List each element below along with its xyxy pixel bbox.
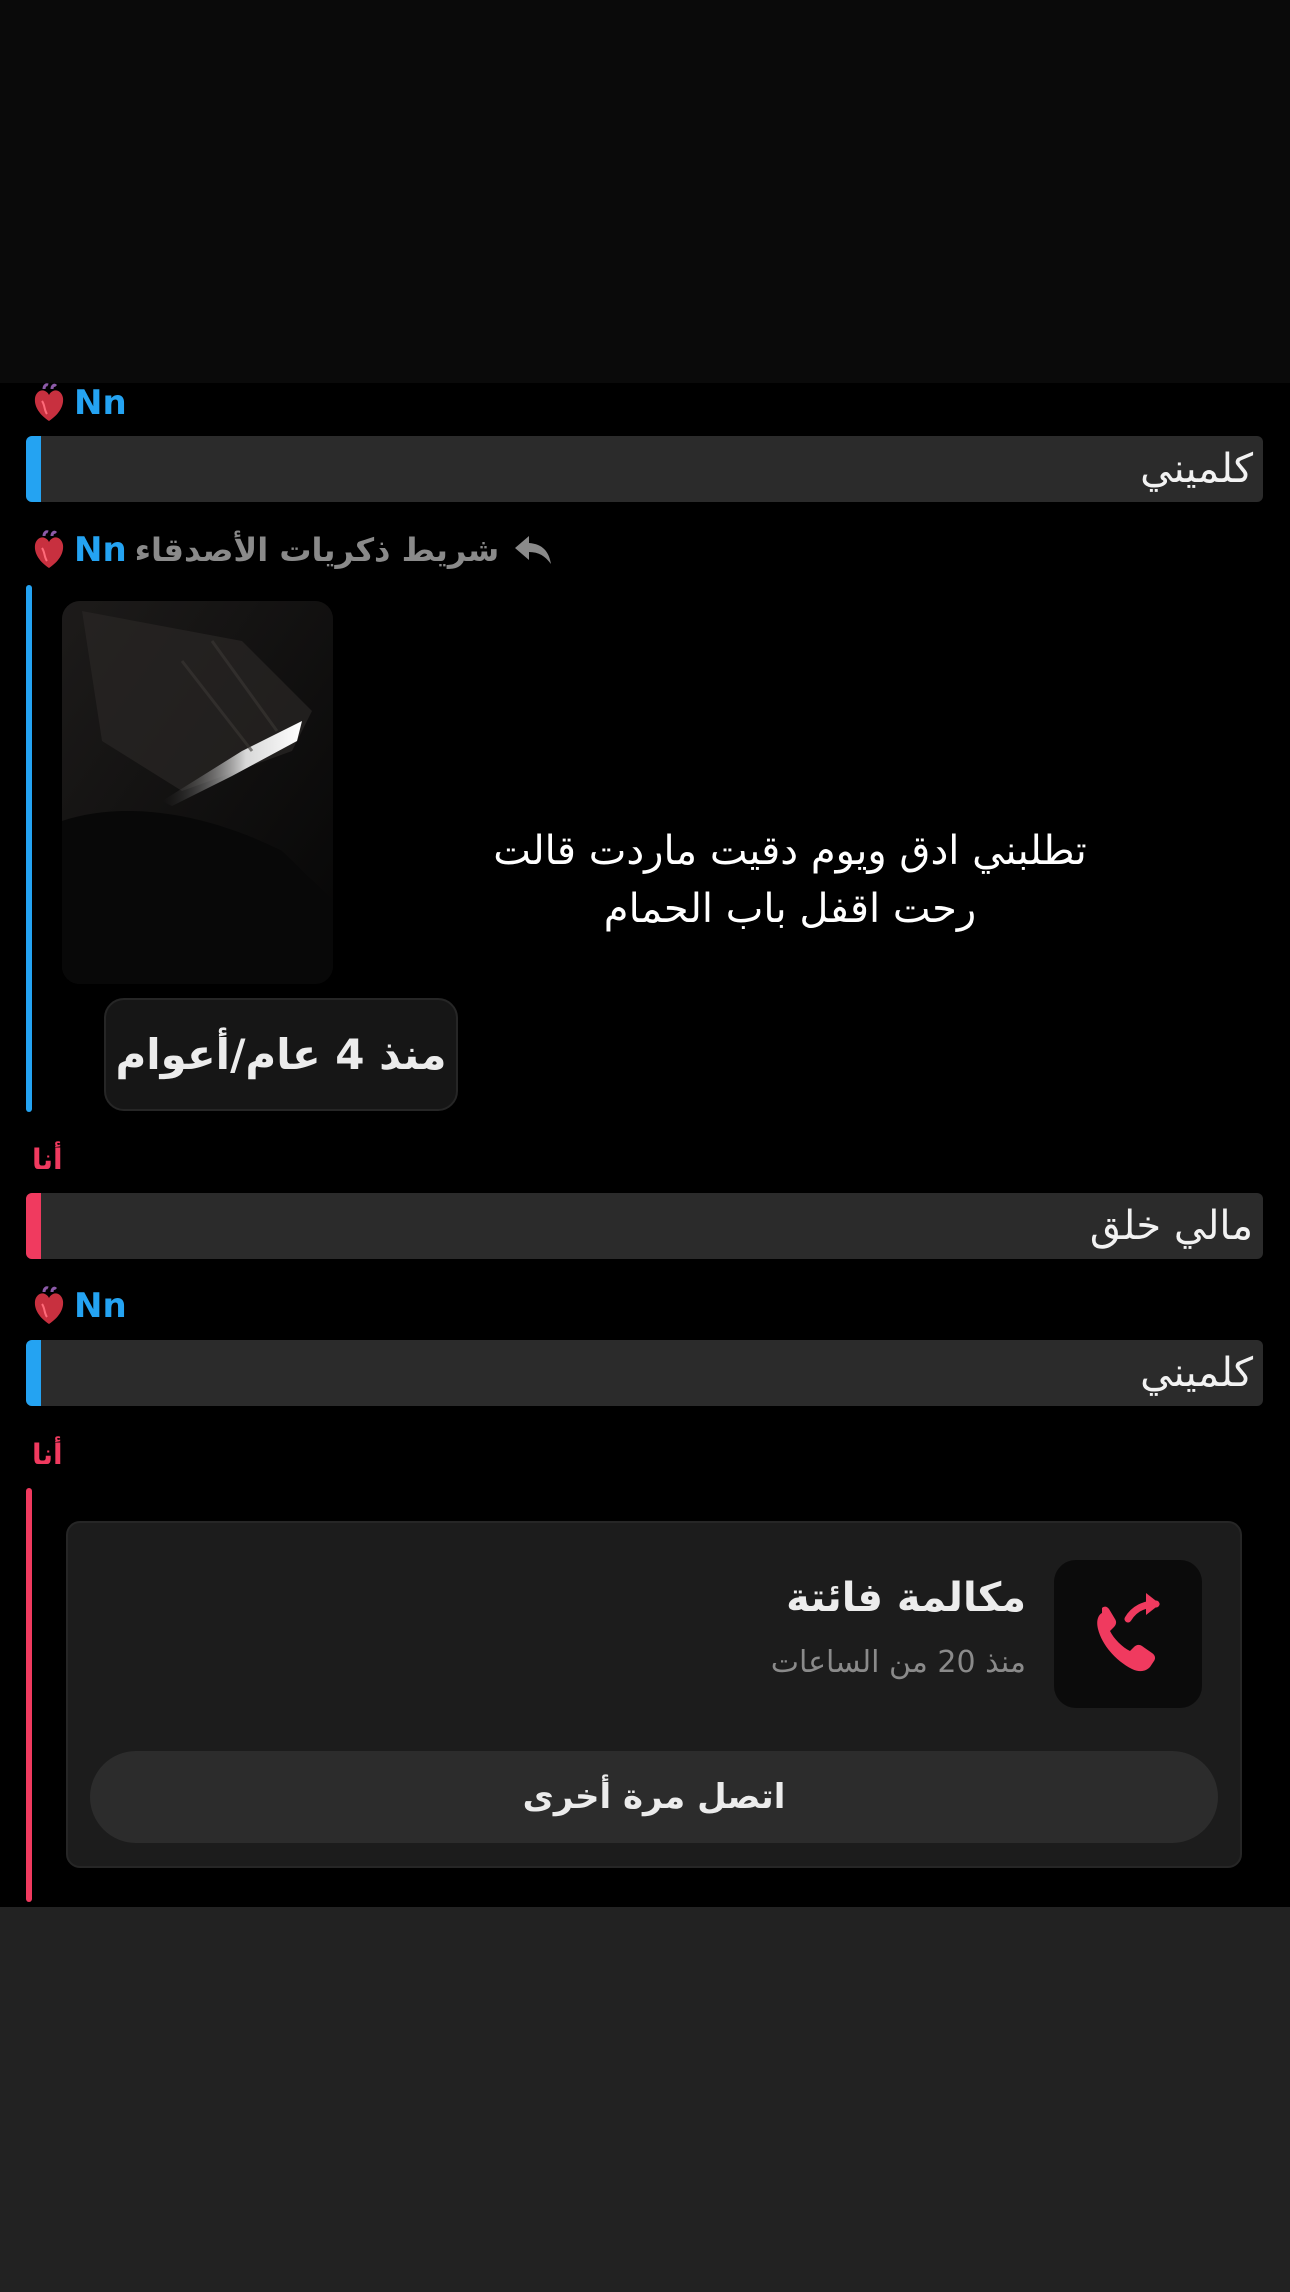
friend-thread-line xyxy=(26,585,32,1112)
me-color-bar xyxy=(26,1193,41,1259)
reply-arrow-icon xyxy=(515,536,552,564)
sender-header-me: أنا xyxy=(32,1432,63,1476)
sender-header-me: أنا xyxy=(32,1137,63,1181)
sender-header-friend: Nn xyxy=(32,1284,127,1328)
sender-name[interactable]: Nn xyxy=(74,1286,127,1326)
friend-color-bar xyxy=(26,1340,41,1406)
outgoing-call-icon xyxy=(1097,1593,1160,1672)
friend-color-bar xyxy=(26,436,41,502)
reply-source-label: شريط ذكريات الأصدقاء xyxy=(134,531,500,569)
anatomical-heart-icon xyxy=(34,530,64,568)
sender-name[interactable]: Nn xyxy=(74,530,127,570)
call-again-button[interactable]: اتصل مرة أخرى xyxy=(90,1751,1218,1843)
me-thread-line xyxy=(26,1488,32,1902)
memory-photo xyxy=(62,601,333,984)
message-text: كلميني xyxy=(1140,446,1253,492)
memory-caption-line: تطلبني ادق ويوم دقيت ماردت قالت xyxy=(493,828,1087,874)
message-text: كلميني xyxy=(1140,1350,1253,1396)
sender-header-friend: Nn xyxy=(32,381,127,425)
anatomical-heart-icon xyxy=(34,1286,64,1324)
missed-call-card[interactable]: مكالمة فائتة منذ 20 من الساعات اتصل مرة … xyxy=(66,1521,1242,1868)
chat-message-row[interactable]: مالي خلق xyxy=(26,1193,1263,1259)
call-timestamp: منذ 20 من الساعات xyxy=(770,1645,1026,1680)
memory-caption: تطلبني ادق ويوم دقيت ماردت قالت رحت اقفل… xyxy=(440,822,1140,938)
memory-snap-thumbnail[interactable] xyxy=(62,601,333,984)
chat-message-row[interactable]: كلميني xyxy=(26,436,1263,502)
sender-name[interactable]: أنا xyxy=(32,1143,63,1176)
bottom-blank-area xyxy=(0,1907,1290,2292)
sender-name[interactable]: أنا xyxy=(32,1438,63,1471)
call-title: مكالمة فائتة xyxy=(786,1575,1026,1621)
reply-header: Nn شريط ذكريات الأصدقاء xyxy=(32,528,553,572)
top-blank-area xyxy=(0,0,1290,383)
anatomical-heart-icon xyxy=(34,383,64,421)
call-icon-box xyxy=(1054,1560,1202,1708)
sender-header-friend: Nn xyxy=(32,528,127,572)
message-text: مالي خلق xyxy=(1089,1203,1253,1249)
memory-caption-line: رحت اقفل باب الحمام xyxy=(603,886,977,932)
chat-message-row[interactable]: كلميني xyxy=(26,1340,1263,1406)
memory-time-badge: منذ 4 عام/أعوام xyxy=(104,998,458,1111)
sender-name[interactable]: Nn xyxy=(74,383,127,423)
